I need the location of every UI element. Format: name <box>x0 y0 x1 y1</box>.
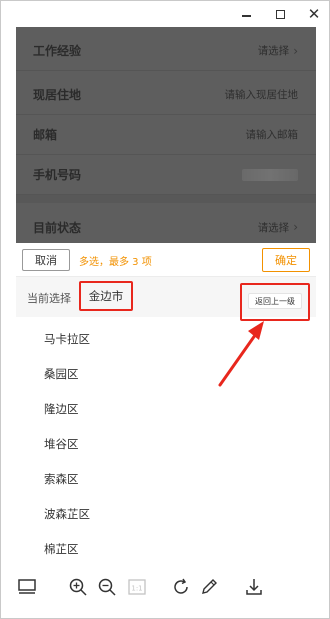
window-titlebar: ✕ <box>1 1 329 27</box>
chevron-right-icon: › <box>293 43 298 58</box>
form-row-residence[interactable]: 现居住地 请输入现居住地 <box>16 75 316 115</box>
list-item[interactable]: 桑园区 <box>16 357 316 392</box>
picker-header: 取消 多选，最多 3 项 确定 <box>16 243 316 277</box>
form-row-value: 请输入现居住地 <box>224 89 299 101</box>
form-row-label: 现居住地 <box>33 88 82 102</box>
form-row-phone[interactable]: 手机号码 <box>16 155 316 195</box>
back-button-highlight: 返回上一级 <box>240 283 310 321</box>
district-picker: 取消 多选，最多 3 项 确定 当前选择 金边市 返回上一级 马卡拉区 桑园区 … <box>16 243 316 561</box>
back-to-parent-button[interactable]: 返回上一级 <box>248 293 302 309</box>
confirm-button[interactable]: 确定 <box>262 248 310 272</box>
form-row-value-text: 请选择 <box>257 221 290 234</box>
list-item[interactable]: 堆谷区 <box>16 427 316 462</box>
form-row-status[interactable]: 目前状态 请选择 › <box>16 207 316 247</box>
viewer-toolbar: 1:1 <box>1 564 329 610</box>
image-viewer: 工作经验 请选择 › 现居住地 请输入现居住地 邮箱 请输入邮箱 手机号码 目前… <box>16 27 316 561</box>
form-row-label: 目前状态 <box>33 220 82 235</box>
form-row-email[interactable]: 邮箱 请输入邮箱 <box>16 115 316 155</box>
form-row-label: 手机号码 <box>33 168 82 182</box>
list-item[interactable]: 隆边区 <box>16 392 316 427</box>
cancel-button[interactable]: 取消 <box>22 249 70 271</box>
maximize-icon[interactable] <box>271 5 289 23</box>
chevron-right-icon: › <box>293 220 298 234</box>
thumbnail-view-icon[interactable] <box>16 576 38 598</box>
close-icon[interactable]: ✕ <box>305 5 323 23</box>
form-row-value: 请选择 › <box>258 220 298 235</box>
form-row-value <box>242 168 298 181</box>
list-item[interactable]: 棉芷区 <box>16 531 316 561</box>
download-icon[interactable] <box>243 576 265 598</box>
form-row-label: 工作经验 <box>33 44 82 58</box>
form-row-value: 请选择 › <box>258 43 298 58</box>
list-item[interactable]: 马卡拉区 <box>16 322 316 357</box>
blurred-phone-number <box>242 168 298 181</box>
minimize-icon[interactable] <box>237 5 255 23</box>
form-row-work-experience[interactable]: 工作经验 请选择 › <box>16 31 316 71</box>
list-item[interactable]: 波森芷区 <box>16 496 316 531</box>
actual-size-icon[interactable]: 1:1 <box>126 576 148 598</box>
zoom-in-icon[interactable] <box>67 576 89 598</box>
dimmed-form: 工作经验 请选择 › 现居住地 请输入现居住地 邮箱 请输入邮箱 手机号码 目前… <box>16 27 316 243</box>
form-row-label: 邮箱 <box>33 128 58 142</box>
current-selection-bar: 当前选择 金边市 返回上一级 <box>16 277 316 321</box>
current-selection-value: 金边市 <box>88 289 124 303</box>
actual-size-label: 1:1 <box>131 585 142 593</box>
current-selection-chip[interactable]: 金边市 <box>79 281 133 311</box>
rotate-icon[interactable] <box>170 576 192 598</box>
zoom-out-icon[interactable] <box>96 576 118 598</box>
current-selection-label: 当前选择 <box>27 292 71 305</box>
form-row-value: 请输入邮箱 <box>245 129 299 141</box>
district-list: 马卡拉区 桑园区 隆边区 堆谷区 索森区 波森芷区 棉芷区 <box>16 322 316 561</box>
section-divider <box>16 195 316 203</box>
selection-hint: 多选，最多 3 项 <box>79 257 152 268</box>
form-row-value-text: 请选择 <box>257 45 290 57</box>
edit-icon[interactable] <box>198 576 220 598</box>
list-item[interactable]: 索森区 <box>16 462 316 497</box>
